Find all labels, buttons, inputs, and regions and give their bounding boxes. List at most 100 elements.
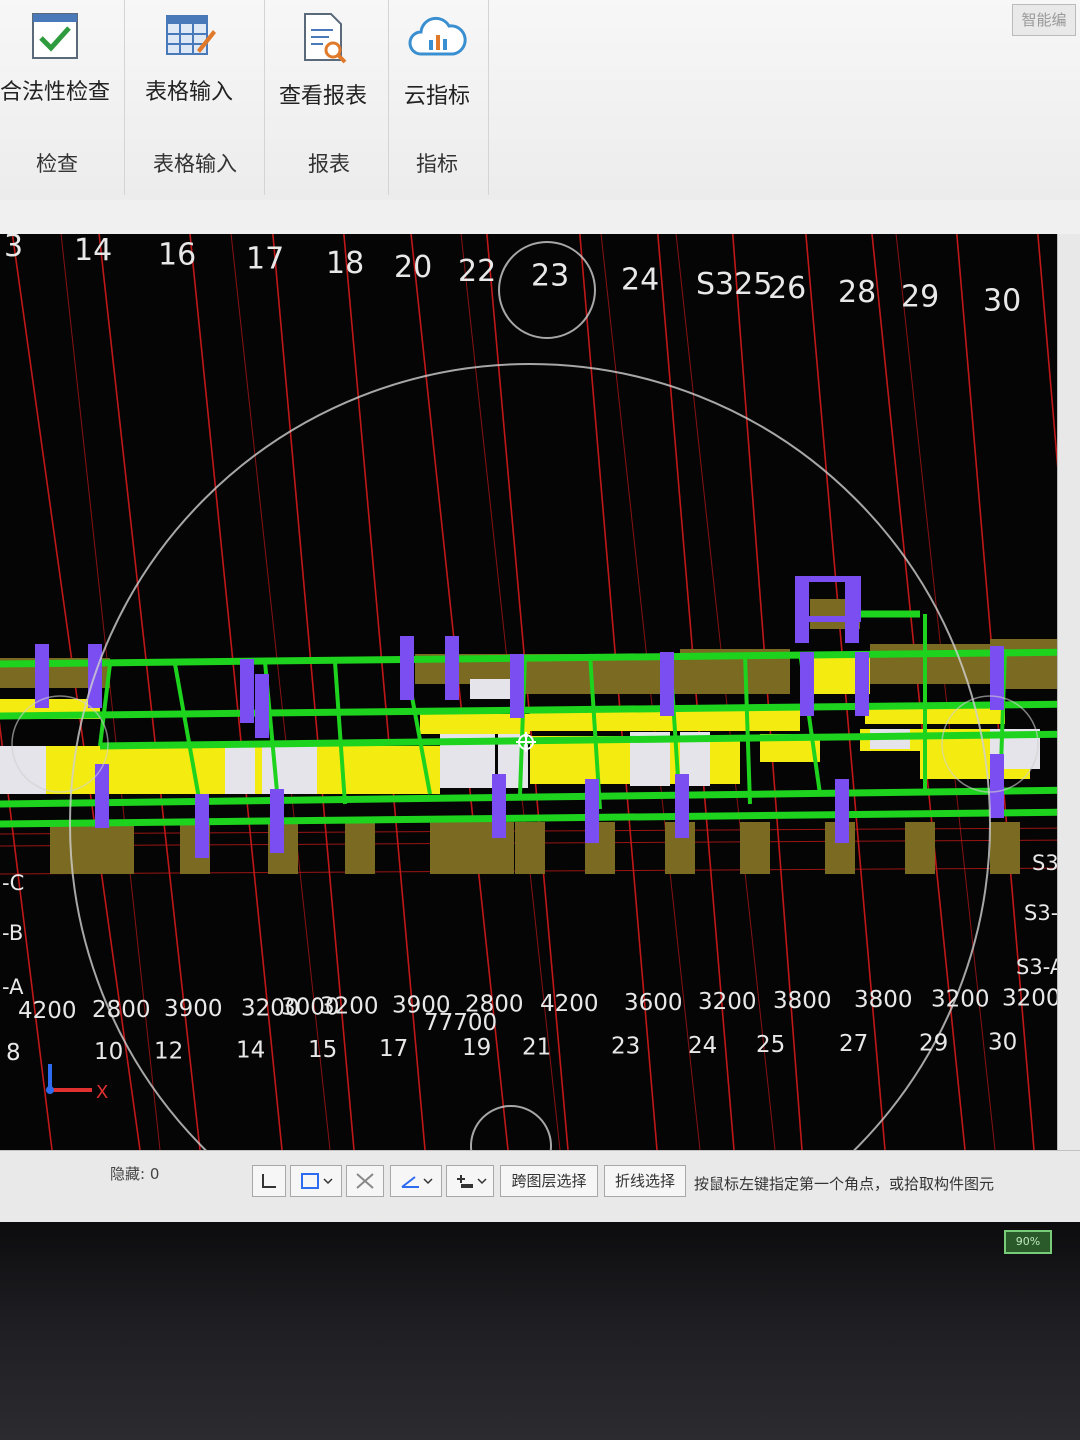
bottom-axis-label: 27: [839, 1031, 868, 1057]
column: [255, 674, 269, 738]
foundation-block: [740, 822, 770, 874]
column: [800, 652, 814, 716]
top-axis-label: 28: [838, 275, 876, 310]
dynamic-input-button[interactable]: [346, 1165, 384, 1197]
offset-button[interactable]: [446, 1165, 494, 1197]
column: [195, 794, 209, 858]
bottom-axis-label: 8: [6, 1040, 21, 1066]
status-bar: 隐藏: 0 跨图层选择 折线选择 按鼠标左键指定第一个角点，或拾取构件图元: [0, 1150, 1080, 1223]
view-report-label: 查看报表: [278, 84, 367, 109]
bottom-axis-label: 21: [522, 1034, 551, 1060]
hidden-count: 隐藏: 0: [110, 1165, 160, 1183]
wall-panel: [262, 746, 317, 794]
bottom-axis-label: 12: [154, 1038, 183, 1064]
ribbon-group-report: 查看报表 报表: [264, 0, 389, 195]
row-axis-label-right: S3: [1032, 851, 1059, 875]
table-input-label: 表格输入: [144, 80, 233, 105]
top-axis-label: 26: [768, 271, 806, 306]
column: [445, 636, 459, 700]
foundation-block: [50, 822, 134, 874]
ribbon-group-index: 云指标 指标: [388, 0, 489, 195]
total-dimension-label: 77700: [424, 1010, 497, 1036]
snap-rect-icon: [301, 1173, 333, 1189]
report-search-icon: [304, 13, 347, 64]
coordinate-axis-icon: X: [46, 1064, 108, 1103]
bottom-axis-label: 29: [919, 1030, 948, 1056]
dimension-label: 2800: [92, 997, 151, 1023]
column: [510, 654, 524, 718]
polyline-select-button[interactable]: 折线选择: [604, 1165, 686, 1197]
foundation-block: [990, 822, 1020, 874]
ortho-icon: [262, 1174, 276, 1188]
bottom-axis-label: 30: [988, 1030, 1017, 1056]
angle-icon: [401, 1176, 433, 1188]
view-report-button[interactable]: 查看报表: [258, 10, 388, 110]
group-label-index: 指标: [416, 152, 458, 176]
validity-check-button[interactable]: 合法性检查: [0, 10, 120, 106]
top-axis-label: 14: [74, 234, 112, 268]
top-axis-label: 18: [326, 246, 364, 281]
foundation-block: [345, 822, 375, 874]
dimension-label: 3600: [624, 990, 683, 1016]
cross-icon: [356, 1173, 374, 1189]
smart-layout-button[interactable]: 智能编: [1012, 4, 1076, 36]
bottom-axis-label: 14: [236, 1038, 265, 1064]
column: [492, 774, 506, 838]
top-axis-label: 17: [246, 242, 284, 277]
check-document-icon: [32, 13, 78, 59]
cloud-index-button[interactable]: 云指标: [372, 10, 502, 110]
group-label-table-input: 表格输入: [153, 152, 237, 176]
foundation-block: [515, 822, 545, 874]
column: [660, 652, 674, 716]
row-axis-label-left: -B: [2, 921, 23, 945]
battery-indicator: 90%: [1004, 1230, 1052, 1254]
table-edit-icon: [166, 15, 216, 55]
column: [675, 774, 689, 838]
bottom-axis-label: 19: [462, 1035, 491, 1061]
slab-panel: [0, 746, 440, 794]
cloud-index-label: 云指标: [403, 84, 470, 109]
column: [270, 789, 284, 853]
ribbon-group-table-input: 表格输入 表格输入: [124, 0, 265, 195]
status-hint: 按鼠标左键指定第一个角点，或拾取构件图元: [694, 1175, 995, 1193]
wall-panel: [470, 679, 510, 699]
cloud-chart-icon: [408, 16, 467, 56]
bottom-axis-label: 10: [94, 1039, 123, 1065]
top-axis-label: 3: [4, 234, 23, 264]
orbit-handle-bottom[interactable]: [470, 1105, 552, 1150]
ribbon-toolbar: 合法性检查 检查 表格输入 表格输入 查看报表 报表 云指标 指标 智能编: [0, 0, 1080, 201]
building-model-canvas[interactable]: 31416171820222324S3252628293031810121415…: [0, 234, 1080, 1150]
table-input-button[interactable]: 表格输入: [124, 10, 254, 106]
top-axis-label: S325: [696, 267, 772, 302]
column: [855, 652, 869, 716]
angle-snap-button[interactable]: [390, 1165, 442, 1197]
column: [990, 754, 1004, 818]
column: [990, 646, 1004, 710]
wall-panel: [225, 746, 255, 794]
top-axis-label: 16: [158, 237, 196, 272]
dimension-label: 3200: [931, 986, 990, 1012]
top-axis-label: 23: [531, 258, 569, 293]
right-side-panel: [1057, 234, 1080, 1164]
bottom-axis-label: 15: [308, 1037, 337, 1063]
cross-layer-select-button[interactable]: 跨图层选择: [500, 1165, 598, 1197]
ortho-toggle-button[interactable]: [252, 1165, 286, 1197]
top-axis-label: 30: [983, 284, 1021, 319]
row-axis-label-left: -A: [2, 975, 24, 999]
dimension-label: 3200: [320, 994, 379, 1020]
column: [835, 779, 849, 843]
validity-check-label: 合法性检查: [0, 80, 110, 105]
taskbar: [0, 1222, 1080, 1440]
object-snap-button[interactable]: [290, 1165, 342, 1197]
foundation-block: [905, 822, 935, 874]
dimension-label: 4200: [540, 991, 599, 1017]
axis-x-label: X: [96, 1082, 108, 1103]
group-label-check: 检查: [36, 152, 78, 176]
bottom-axis-label: 23: [611, 1034, 640, 1060]
bottom-axis-label: 25: [756, 1032, 785, 1058]
dimension-label: 3900: [164, 996, 223, 1022]
column: [240, 659, 254, 723]
column: [400, 636, 414, 700]
model-viewport[interactable]: 31416171820222324S3252628293031810121415…: [0, 234, 1080, 1150]
bottom-axis-label: 24: [688, 1033, 717, 1059]
